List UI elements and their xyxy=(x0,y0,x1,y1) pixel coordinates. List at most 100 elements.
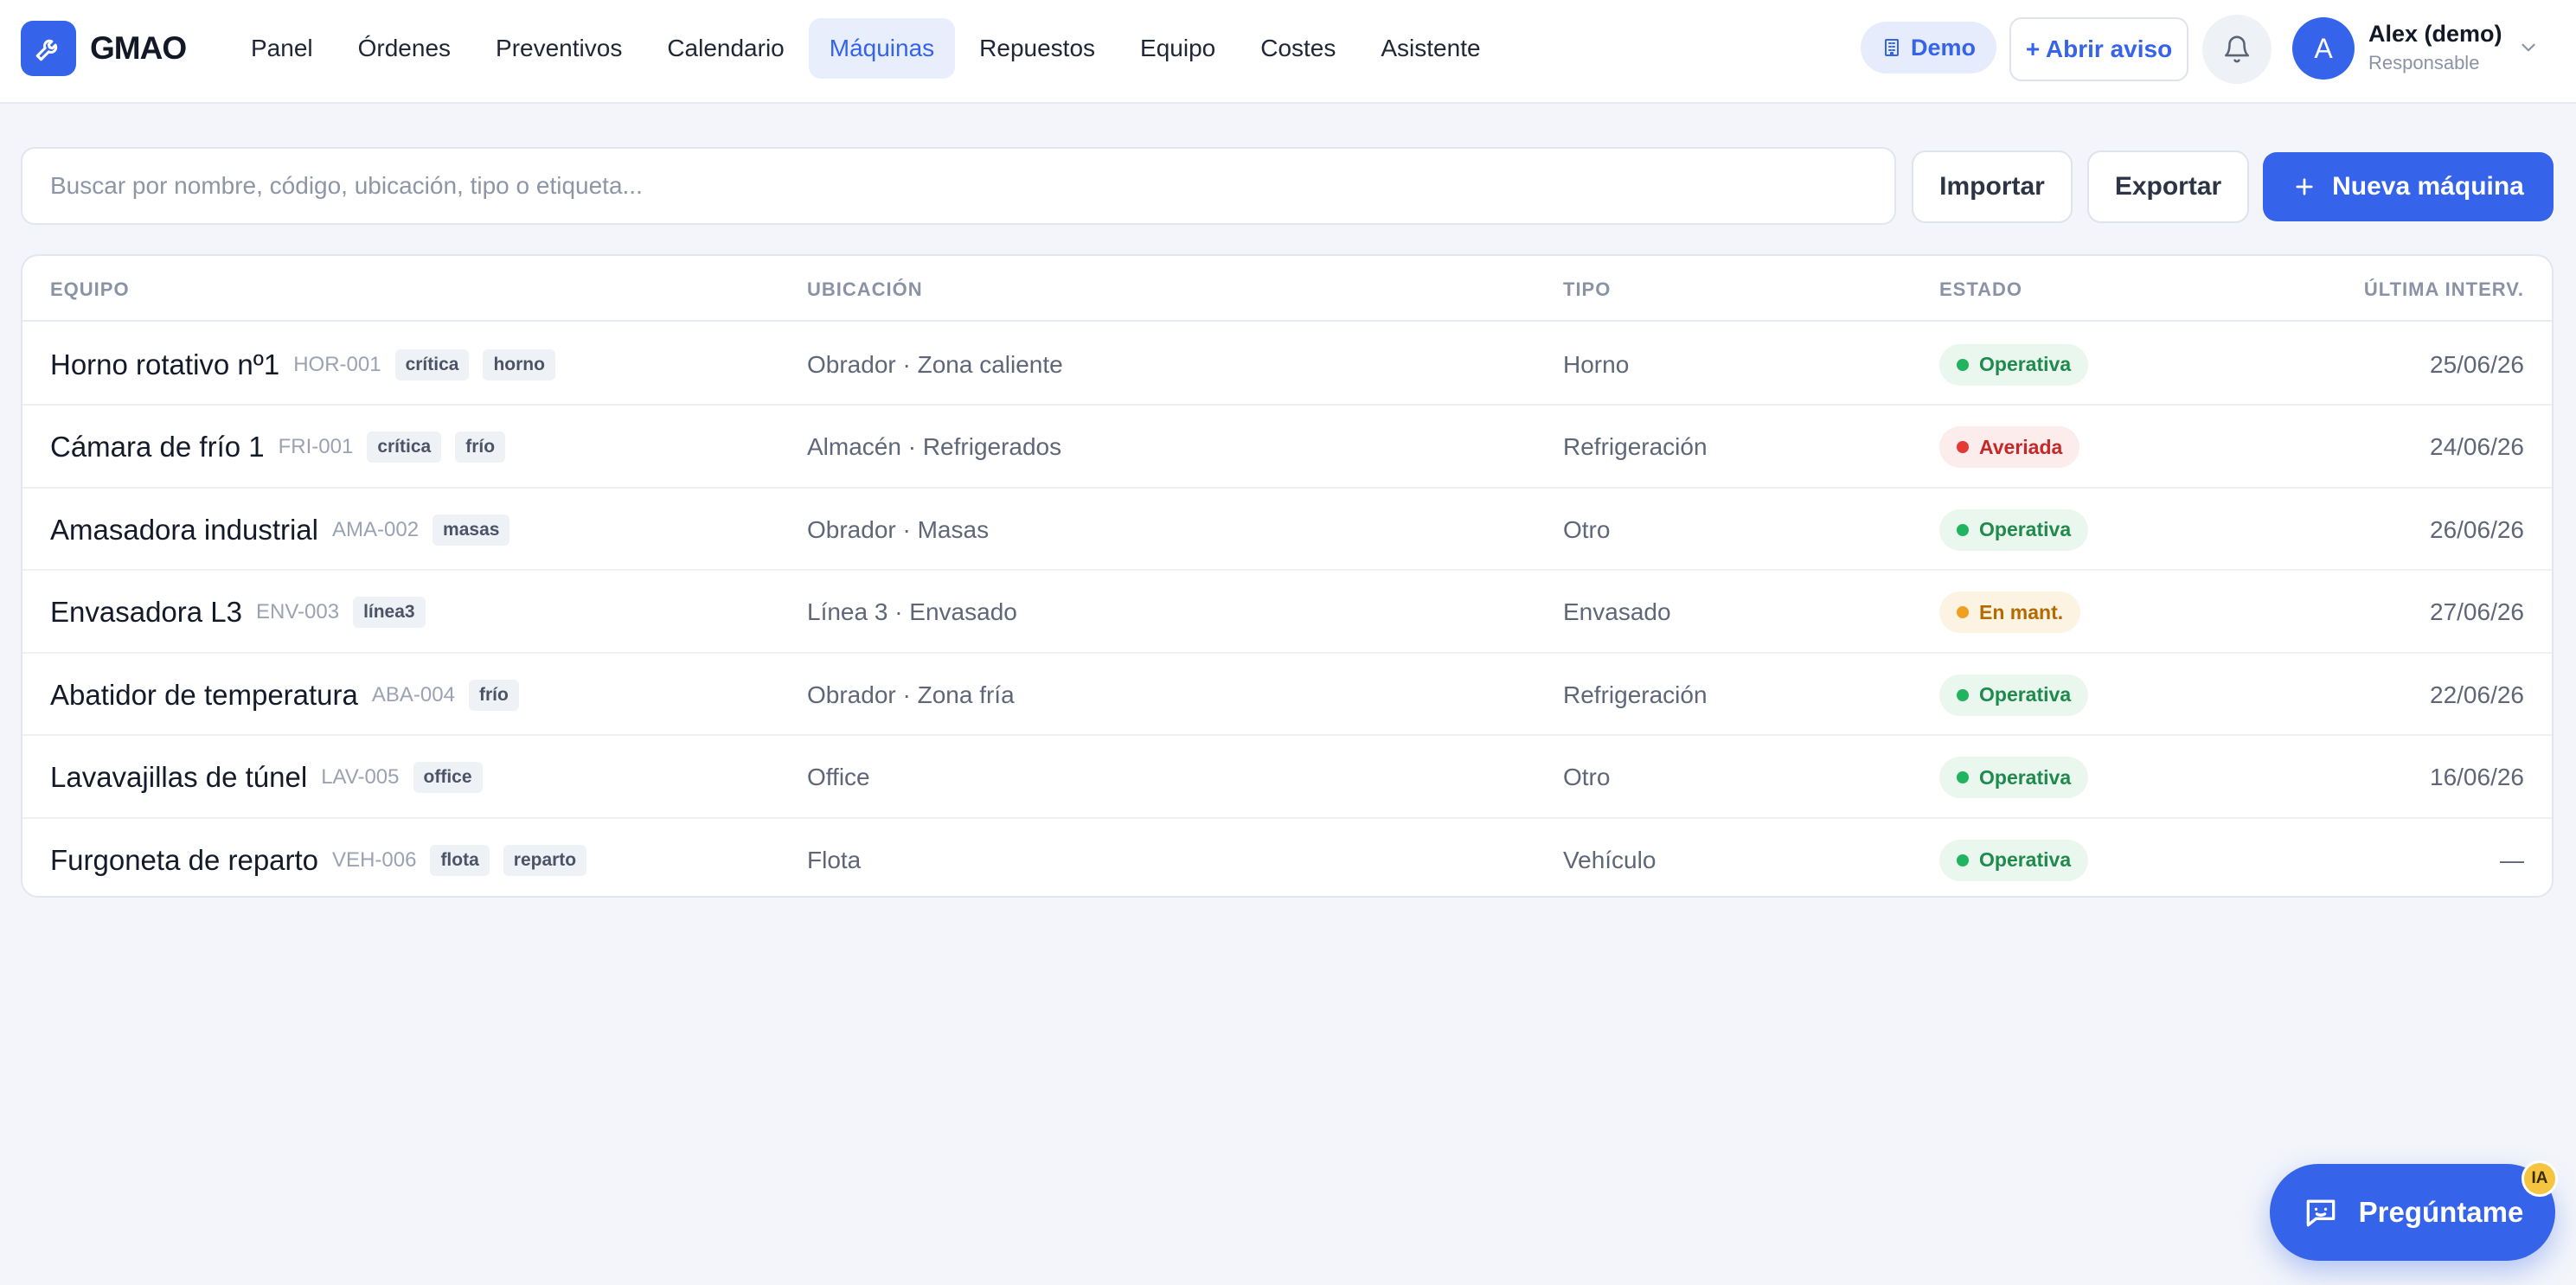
status-badge: Operativa xyxy=(1939,343,2089,386)
demo-label: Demo xyxy=(1910,34,1976,61)
location-cell: Obrador · Masas xyxy=(807,515,990,543)
type-cell: Otro xyxy=(1563,515,1611,543)
machine-name[interactable]: Envasadora L3 xyxy=(50,596,242,629)
status-badge: Operativa xyxy=(1939,508,2089,551)
user-name[interactable]: Alex (demo) xyxy=(2368,21,2502,48)
equipment-cell: Horno rotativo nº1 HOR-001 crítica horno xyxy=(50,323,555,406)
bell-icon xyxy=(2224,35,2250,63)
search-box xyxy=(21,147,1896,225)
nav-item-preventivos[interactable]: Preventivos xyxy=(475,18,643,79)
demo-badge[interactable]: Demo xyxy=(1861,22,1996,74)
table-row[interactable]: Lavavajillas de túnel LAV-005 office Off… xyxy=(22,737,2552,819)
nav-item-maquinas[interactable]: Máquinas xyxy=(808,18,956,79)
nav-item-panel[interactable]: Panel xyxy=(230,18,334,79)
tag-badge: flota xyxy=(430,844,490,876)
nav-item-calendario[interactable]: Calendario xyxy=(646,18,804,79)
machine-code: ABA-004 xyxy=(371,682,455,706)
state-cell: En mant. xyxy=(1939,572,2081,654)
column-header-location[interactable]: UBICACIÓN xyxy=(807,278,923,301)
ai-badge: IA xyxy=(2522,1160,2558,1197)
machine-code: VEH-006 xyxy=(332,847,417,872)
new-machine-button[interactable]: Nueva máquina xyxy=(2263,152,2554,221)
type-cell: Otro xyxy=(1563,764,1611,790)
nav-item-repuestos[interactable]: Repuestos xyxy=(958,18,1116,79)
status-badge: Averiada xyxy=(1939,426,2080,468)
table-row[interactable]: Cámara de frío 1 FRI-001 crítica frío Alm… xyxy=(22,406,2552,489)
top-bar: GMAO Panel Órdenes Preventivos Calendari… xyxy=(0,0,2576,104)
status-label: En mant. xyxy=(1979,600,2064,623)
state-cell: Averiada xyxy=(1939,406,2080,489)
machine-name[interactable]: Abatidor de temperatura xyxy=(50,679,358,712)
status-label: Operativa xyxy=(1979,848,2072,871)
status-dot xyxy=(1957,606,1969,618)
state-cell: Operativa xyxy=(1939,737,2089,819)
location-cell: Obrador · Zona fría xyxy=(807,681,1015,708)
machine-code: FRI-001 xyxy=(278,435,354,458)
equipment-cell: Furgoneta de reparto VEH-006 flota repart… xyxy=(50,819,587,896)
equipment-cell: Cámara de frío 1 FRI-001 crítica frío xyxy=(50,406,506,489)
ask-assistant-label: Pregúntame xyxy=(2358,1196,2524,1228)
status-badge: Operativa xyxy=(1939,757,2089,798)
column-header-equipment[interactable]: EQUIPO xyxy=(50,278,130,301)
machine-name[interactable]: Cámara de frío 1 xyxy=(50,431,265,463)
column-header-last-intervention[interactable]: ÚLTIMA INTERV. xyxy=(2364,278,2524,301)
chat-icon xyxy=(2306,1199,2335,1227)
status-label: Operativa xyxy=(1979,765,2072,789)
machine-name[interactable]: Amasadora industrial xyxy=(50,514,318,547)
status-badge: En mant. xyxy=(1939,591,2081,633)
machine-code: LAV-005 xyxy=(321,765,400,789)
equipment-cell: Envasadora L3 ENV-003 línea3 xyxy=(50,572,426,654)
last-intervention-cell: 25/06/26 xyxy=(2430,350,2524,378)
avatar[interactable]: A xyxy=(2292,17,2355,80)
open-report-button[interactable]: + Abrir aviso xyxy=(2009,17,2188,81)
machine-name[interactable]: Furgoneta de reparto xyxy=(50,844,318,877)
equipment-cell: Abatidor de temperatura ABA-004 frío xyxy=(50,654,519,736)
last-intervention-cell: 26/06/26 xyxy=(2430,515,2524,543)
table-header: EQUIPO UBICACIÓN TIPO ESTADO ÚLTIMA INTE… xyxy=(22,256,2552,322)
column-header-type[interactable]: TIPO xyxy=(1563,278,1611,301)
type-cell: Envasado xyxy=(1563,598,1671,625)
table-row[interactable]: Envasadora L3 ENV-003 línea3 Línea 3 · E… xyxy=(22,572,2552,654)
machine-code: ENV-003 xyxy=(256,600,340,623)
logo[interactable] xyxy=(21,21,76,76)
status-label: Averiada xyxy=(1979,435,2063,458)
brand-name[interactable]: GMAO xyxy=(90,28,187,69)
new-machine-label: Nueva máquina xyxy=(2332,172,2524,201)
type-cell: Vehículo xyxy=(1563,846,1656,873)
table-row[interactable]: Amasadora industrial AMA-002 masas Obrad… xyxy=(22,489,2552,571)
last-intervention-cell: 27/06/26 xyxy=(2430,598,2524,625)
state-cell: Operativa xyxy=(1939,654,2089,736)
state-cell: Operativa xyxy=(1939,819,2089,896)
nav-item-ordenes[interactable]: Órdenes xyxy=(337,18,471,79)
table-row[interactable]: Abatidor de temperatura ABA-004 frío Obr… xyxy=(22,654,2552,736)
plus-icon xyxy=(2296,178,2313,195)
location-cell: Almacén · Refrigerados xyxy=(807,433,1062,460)
tag-badge: office xyxy=(413,762,483,793)
machine-name[interactable]: Lavavajillas de túnel xyxy=(50,761,307,794)
tag-badge: frío xyxy=(468,679,519,711)
table-row[interactable]: Furgoneta de reparto VEH-006 flota repart… xyxy=(22,819,2552,896)
main-nav: Panel Órdenes Preventivos Calendario Máq… xyxy=(230,18,1505,79)
location-cell: Office xyxy=(807,764,870,790)
machine-name[interactable]: Horno rotativo nº1 xyxy=(50,348,279,381)
nav-item-equipo[interactable]: Equipo xyxy=(1119,18,1236,79)
export-button[interactable]: Exportar xyxy=(2087,150,2249,223)
import-button[interactable]: Importar xyxy=(1912,150,2073,223)
status-dot xyxy=(1957,441,1969,453)
status-label: Operativa xyxy=(1979,353,2072,375)
nav-item-costes[interactable]: Costes xyxy=(1240,18,1356,79)
column-header-state[interactable]: ESTADO xyxy=(1939,278,2022,301)
notifications-button[interactable] xyxy=(2202,15,2272,84)
chevron-down-icon[interactable] xyxy=(2517,36,2540,59)
nav-item-asistente[interactable]: Asistente xyxy=(1360,18,1501,79)
wrench-icon xyxy=(35,39,58,61)
machine-code: HOR-001 xyxy=(293,352,381,376)
search-input[interactable] xyxy=(50,172,1894,200)
table-row[interactable]: Horno rotativo nº1 HOR-001 crítica horno … xyxy=(22,323,2552,406)
ask-assistant-button[interactable]: Pregúntame xyxy=(2270,1164,2555,1261)
state-cell: Operativa xyxy=(1939,489,2089,571)
status-dot xyxy=(1957,853,1969,866)
building-icon xyxy=(1884,39,1899,56)
last-intervention-cell: 24/06/26 xyxy=(2430,433,2524,460)
equipment-cell: Lavavajillas de túnel LAV-005 office xyxy=(50,737,483,819)
